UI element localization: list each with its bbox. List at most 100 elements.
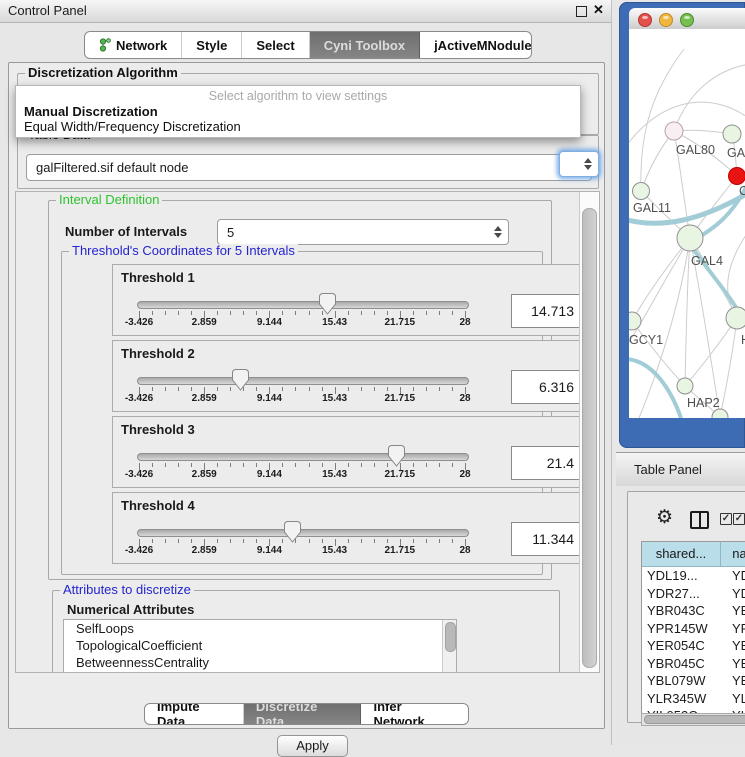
table-row[interactable]: YLR345WYLR3 <box>642 690 745 708</box>
node-label: GAL11 <box>633 201 671 215</box>
table-row[interactable]: YBR043CYBR0 <box>642 602 745 620</box>
minor-tick <box>322 387 323 391</box>
minor-tick <box>426 387 427 391</box>
list-scrollbar-thumb[interactable] <box>445 622 456 652</box>
checkbox-icon[interactable]: ✓ <box>720 513 732 525</box>
tick-label: 9.144 <box>257 545 282 556</box>
algorithm-option-manual[interactable]: Manual Discretization <box>16 104 580 119</box>
minor-tick <box>361 311 362 315</box>
attributes-title: Attributes to discretize <box>60 583 194 597</box>
minor-tick <box>348 387 349 391</box>
node-table[interactable]: shared...na YDL19...YDL1YDR27...YDR2YBR0… <box>641 541 745 715</box>
threshold-label: Threshold 4 <box>121 498 195 513</box>
tab-network[interactable]: Network <box>85 32 182 58</box>
slider-track[interactable] <box>137 453 469 461</box>
table-row[interactable]: YBR045CYBR0 <box>642 655 745 673</box>
network-node-ga[interactable] <box>723 125 741 143</box>
list-scrollbar[interactable] <box>442 620 456 673</box>
column-header[interactable]: na <box>721 542 745 566</box>
tick-label: 28 <box>459 317 470 328</box>
table-cell: YPR145W <box>642 620 725 638</box>
slider-track[interactable] <box>137 529 469 537</box>
network-node-gal4[interactable] <box>677 225 703 251</box>
minor-tick <box>374 311 375 315</box>
slider-handle[interactable] <box>284 521 301 543</box>
threshold-value-field[interactable]: 21.4 <box>511 446 581 480</box>
network-node-h[interactable] <box>726 307 745 329</box>
table-row[interactable]: YPR145WYPR1 <box>642 620 745 638</box>
minor-tick <box>152 539 153 543</box>
numerical-attributes-list[interactable]: SelfLoopsTopologicalCoefficientBetweenne… <box>63 619 457 673</box>
tab-style[interactable]: Style <box>182 32 242 58</box>
tick-label: -3.426 <box>125 317 153 328</box>
tab-infer-network[interactable]: Infer Network <box>361 704 468 724</box>
threshold-value-field[interactable]: 6.316 <box>511 370 581 404</box>
slider-handle[interactable] <box>319 293 336 315</box>
tab-cyni-toolbox[interactable]: Cyni Toolbox <box>310 32 420 58</box>
table-row[interactable]: YER054CYER0 <box>642 637 745 655</box>
tab-select[interactable]: Select <box>242 32 309 58</box>
table-cell: YBR043C <box>642 602 725 620</box>
attribute-list-item[interactable]: BetweennessCentrality <box>64 654 456 671</box>
minor-tick <box>217 539 218 543</box>
tab-label: Network <box>116 38 167 53</box>
discretization-algorithm-title: Discretization Algorithm <box>25 66 181 80</box>
algorithm-option-equal-width[interactable]: Equal Width/Frequency Discretization <box>16 119 580 134</box>
gear-icon[interactable]: ⚙ <box>656 508 673 527</box>
apply-button[interactable]: Apply <box>277 735 348 757</box>
number-of-intervals-combo[interactable]: 5 <box>217 219 509 245</box>
algorithm-hint: Select algorithm to view settings <box>16 88 580 104</box>
table-data-combo[interactable]: galFiltered.sif default node <box>26 154 592 181</box>
minor-tick <box>439 311 440 315</box>
close-icon[interactable]: ✕ <box>593 2 604 18</box>
node-label: GAL4 <box>691 254 723 268</box>
minimize-traffic-light-icon[interactable] <box>659 13 673 27</box>
table-horizontal-scrollbar[interactable] <box>641 713 745 726</box>
table-panel-inner: ⚙ ✓ ✓ shared...na YDL19...YDL1YDR27...YD… <box>627 491 745 723</box>
tick-label: 21.715 <box>385 317 416 328</box>
network-node-gal11[interactable] <box>633 183 650 200</box>
minor-tick <box>322 463 323 467</box>
network-node-gcy1[interactable] <box>629 312 641 330</box>
table-panel: ⚙ ✓ ✓ shared...na YDL19...YDL1YDR27...YD… <box>616 486 745 745</box>
top-tab-bar: Network StyleSelectCyni ToolboxjActiveMNo… <box>84 31 532 59</box>
table-row[interactable]: YDR27...YDR2 <box>642 585 745 603</box>
slider-track[interactable] <box>137 301 469 309</box>
tab-impute-data[interactable]: Impute Data <box>145 704 244 724</box>
float-window-icon[interactable] <box>576 6 587 17</box>
table-row[interactable]: YDL19...YDL1 <box>642 567 745 585</box>
tab-discretize-data[interactable]: Discretize Data <box>244 704 362 724</box>
network-node-c[interactable] <box>729 168 745 185</box>
tab-jactivemnodules[interactable]: jActiveMNodules <box>420 32 532 58</box>
interval-definition-group: Interval Definition Number of Intervals … <box>48 200 552 580</box>
tick-label: 21.715 <box>385 469 416 480</box>
tick-label: 15.43 <box>322 545 347 556</box>
columns-icon[interactable] <box>690 511 709 529</box>
attribute-list-item[interactable]: SelfLoops <box>64 620 456 637</box>
slider-track[interactable] <box>137 377 469 385</box>
slider-handle[interactable] <box>388 445 405 467</box>
algorithm-combo[interactable] <box>559 151 599 177</box>
minor-tick <box>256 539 257 543</box>
close-traffic-light-icon[interactable] <box>638 13 652 27</box>
slider-handle[interactable] <box>232 369 249 391</box>
settings-scrollbar-thumb[interactable] <box>582 208 597 668</box>
network-node-hap2[interactable] <box>677 378 693 394</box>
table-data-combo-value: galFiltered.sif default node <box>27 160 573 175</box>
thresholds-group: Threshold's Coordinates for 5 Intervals … <box>61 251 543 575</box>
checkbox-icon[interactable]: ✓ <box>733 513 745 525</box>
network-node[interactable] <box>712 409 728 418</box>
threshold-value-field[interactable]: 14.713 <box>511 294 581 328</box>
minor-tick <box>178 387 179 391</box>
node-label: C <box>739 184 745 198</box>
settings-scrollbar[interactable] <box>579 192 599 672</box>
network-view[interactable]: GAL80GACGAL11GAL4GCY1HHAP2 <box>629 29 745 418</box>
attribute-list-item[interactable]: TopologicalCoefficient <box>64 637 456 654</box>
network-node-gal80[interactable] <box>665 122 683 140</box>
zoom-traffic-light-icon[interactable] <box>680 13 694 27</box>
column-header[interactable]: shared... <box>642 542 721 566</box>
threshold-value-field[interactable]: 11.344 <box>511 522 581 556</box>
table-row[interactable]: YBL079WYBL0 <box>642 672 745 690</box>
table-horizontal-scrollbar-thumb[interactable] <box>644 715 745 724</box>
minor-tick <box>361 463 362 467</box>
